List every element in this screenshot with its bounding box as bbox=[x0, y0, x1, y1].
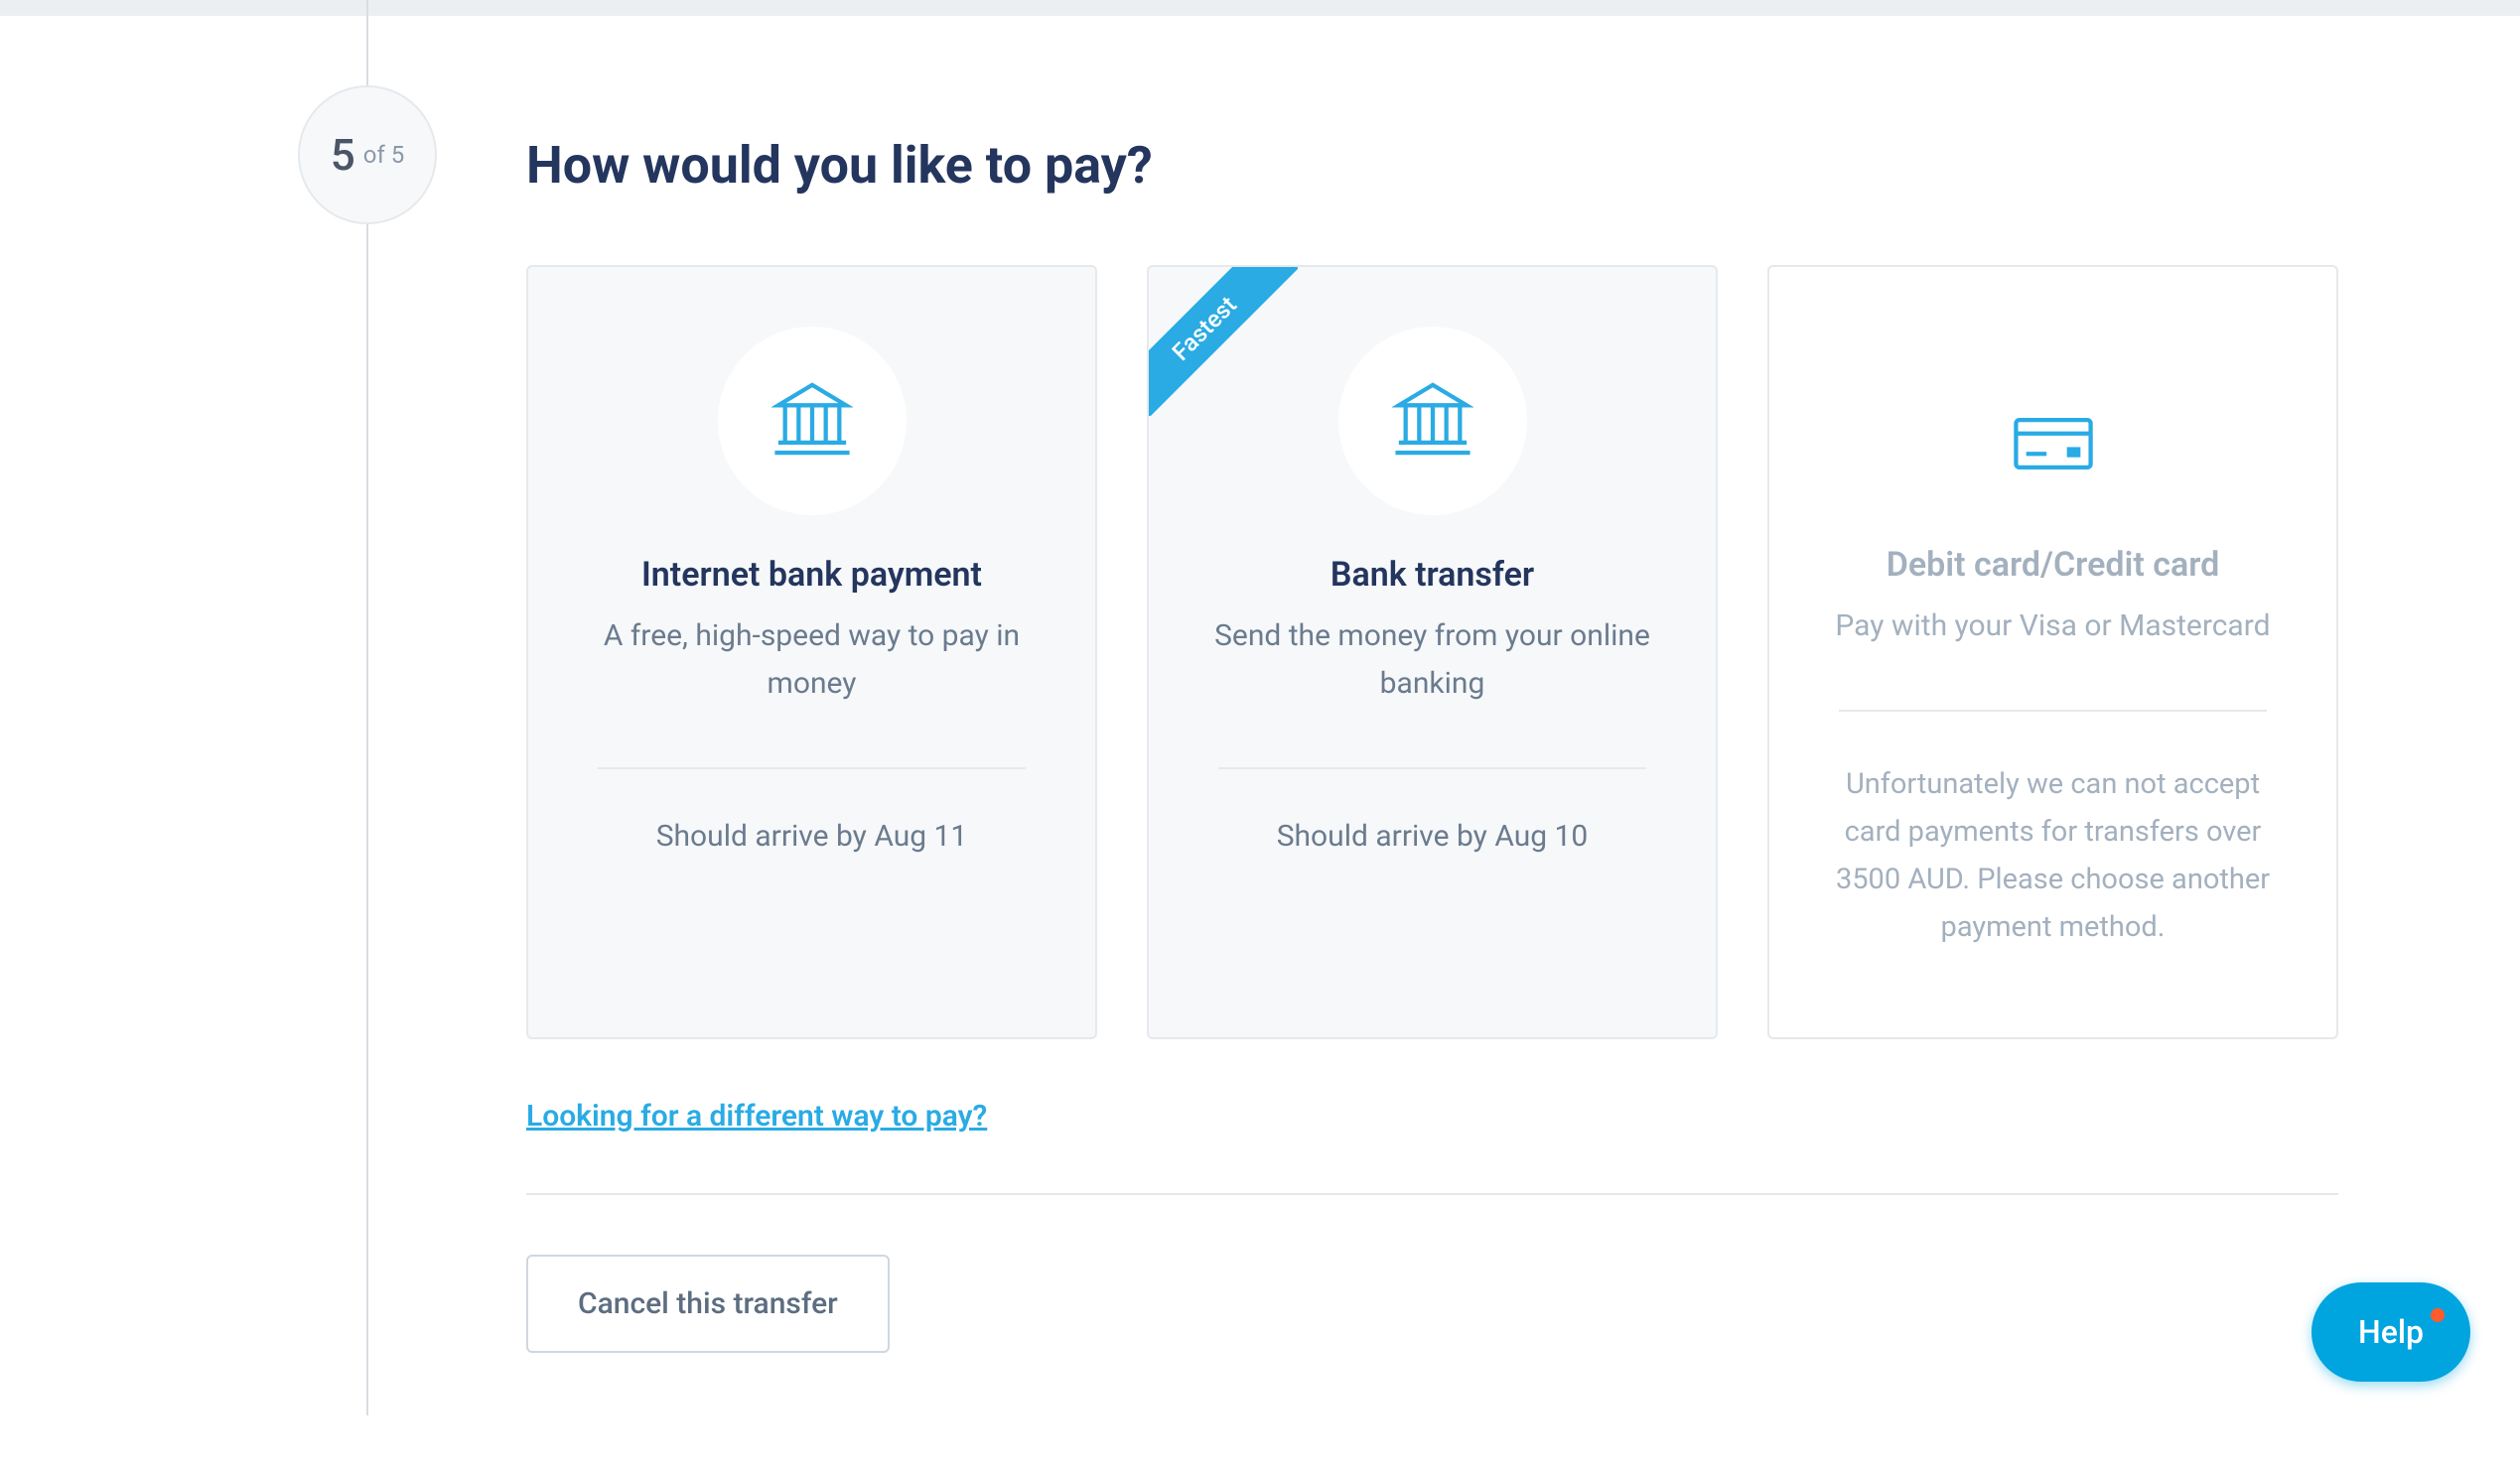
credit-card-icon-wrapper bbox=[1819, 406, 2287, 485]
progress-line-top bbox=[366, 0, 368, 85]
bank-icon bbox=[771, 378, 853, 464]
payment-card-description: Pay with your Visa or Mastercard bbox=[1819, 602, 2287, 650]
card-divider bbox=[1839, 710, 2267, 712]
bank-icon-circle bbox=[718, 327, 907, 515]
content-wrapper: 5 of 5 How would you like to pay? bbox=[0, 16, 2520, 1472]
help-button-label: Help bbox=[2358, 1313, 2424, 1351]
step-current: 5 bbox=[331, 129, 355, 181]
payment-card-note: Unfortunately we can not accept card pay… bbox=[1819, 761, 2287, 951]
bank-icon-circle bbox=[1338, 327, 1527, 515]
top-bar bbox=[0, 0, 2520, 16]
bottom-divider bbox=[526, 1193, 2338, 1195]
step-of-text: of 5 bbox=[363, 141, 404, 169]
payment-card-description: Send the money from your online banking bbox=[1198, 612, 1666, 708]
credit-card-icon bbox=[2013, 416, 2094, 475]
notification-dot-icon bbox=[2431, 1308, 2445, 1322]
cancel-transfer-button[interactable]: Cancel this transfer bbox=[526, 1255, 890, 1353]
payment-card-bank-transfer[interactable]: Fastest bbox=[1147, 265, 1718, 1039]
payment-card-arrival: Should arrive by Aug 10 bbox=[1198, 819, 1666, 854]
progress-line-bottom bbox=[366, 224, 368, 1415]
bank-icon bbox=[1392, 378, 1473, 464]
help-button[interactable]: Help bbox=[2311, 1282, 2470, 1382]
fastest-ribbon: Fastest bbox=[1149, 267, 1298, 416]
payment-card-title: Internet bank payment bbox=[578, 555, 1046, 595]
different-way-link[interactable]: Looking for a different way to pay? bbox=[526, 1099, 987, 1134]
page-title: How would you like to pay? bbox=[526, 135, 2353, 196]
fastest-ribbon-label: Fastest bbox=[1149, 267, 1298, 416]
payment-card-arrival: Should arrive by Aug 11 bbox=[578, 819, 1046, 854]
payment-card-description: A free, high-speed way to pay in money bbox=[578, 612, 1046, 708]
payment-card-internet-bank[interactable]: Internet bank payment A free, high-speed… bbox=[526, 265, 1097, 1039]
card-divider bbox=[1218, 767, 1646, 769]
payment-card-title: Bank transfer bbox=[1198, 555, 1666, 595]
card-divider bbox=[598, 767, 1026, 769]
payment-card-title: Debit card/Credit card bbox=[1819, 545, 2287, 585]
payment-card-debit-credit: Debit card/Credit card Pay with your Vis… bbox=[1767, 265, 2338, 1039]
payment-cards-row: Internet bank payment A free, high-speed… bbox=[526, 265, 2353, 1039]
step-indicator: 5 of 5 bbox=[298, 85, 437, 224]
